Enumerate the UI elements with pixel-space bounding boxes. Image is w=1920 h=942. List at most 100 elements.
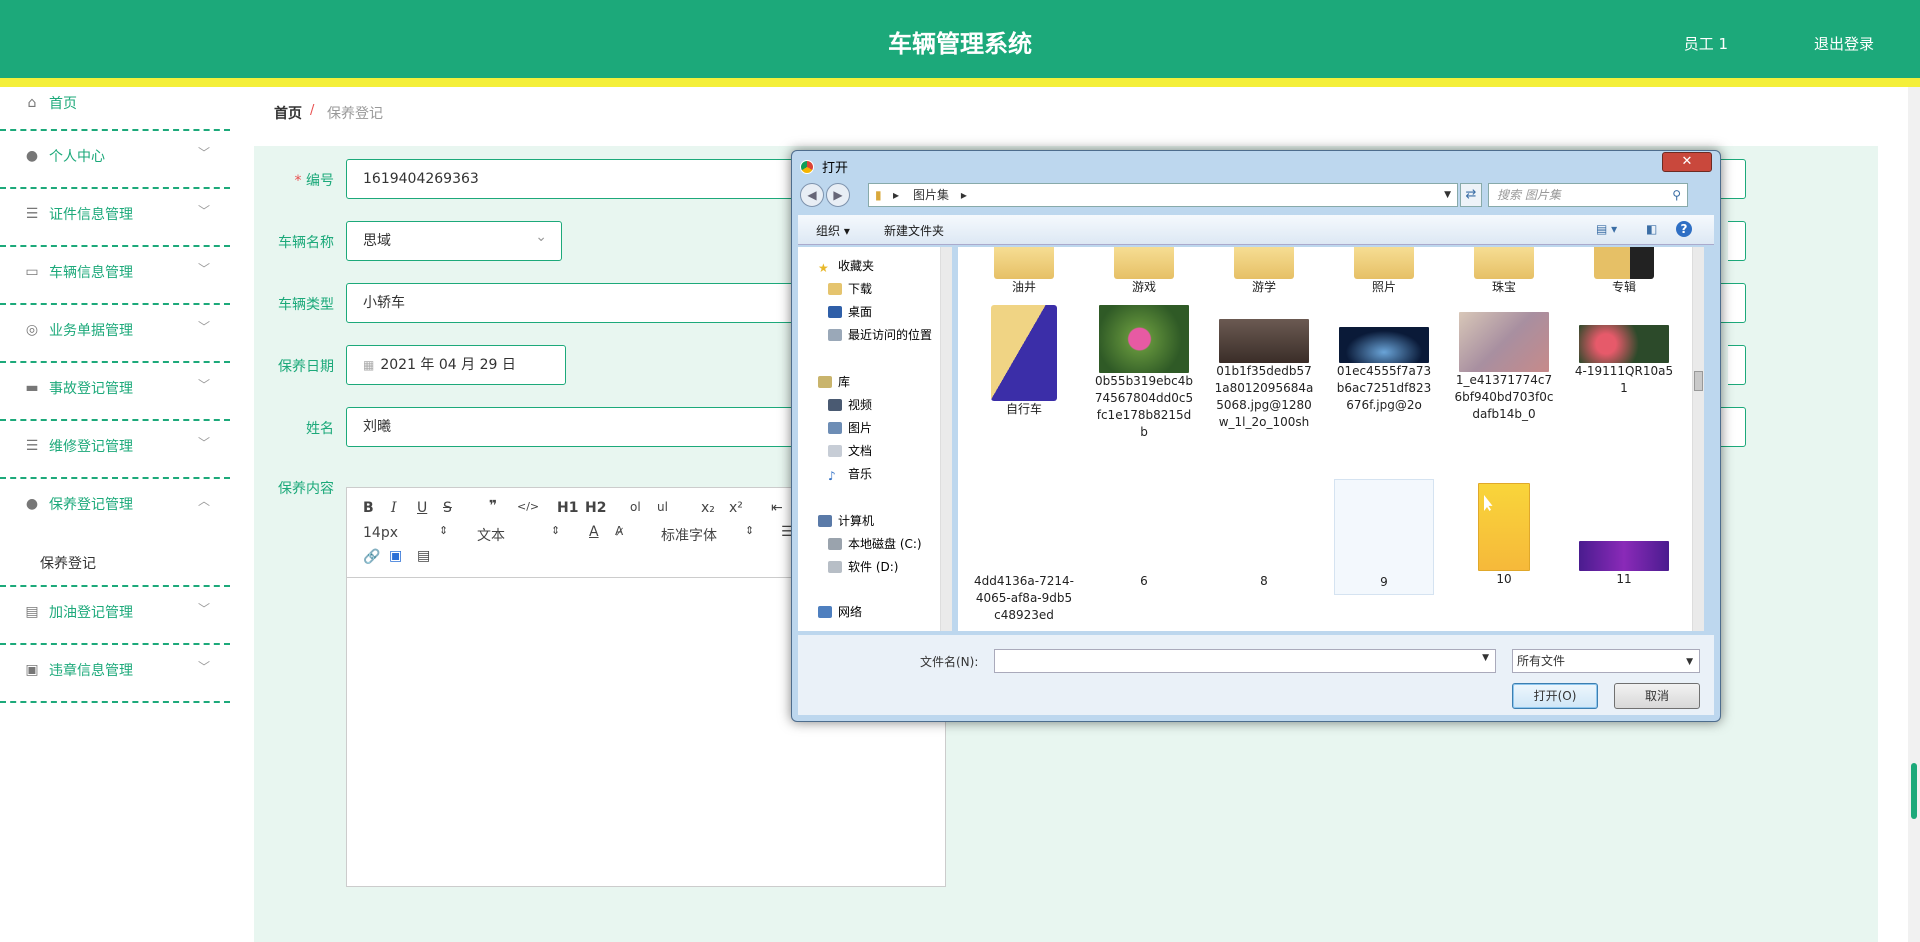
- breadcrumb-home[interactable]: 首页: [274, 103, 302, 123]
- chevron-updown-icon: ⇕: [745, 524, 755, 537]
- chart-icon: ▤: [25, 604, 39, 620]
- bullet-list-button[interactable]: ul: [657, 500, 668, 514]
- page-scrollbar[interactable]: [1908, 87, 1920, 942]
- address-bar[interactable]: ▮ ▸ 图片集 ▸ ▼: [868, 183, 1458, 207]
- file-list-scrollbar[interactable]: [1692, 247, 1704, 631]
- nav-label: 图片: [848, 421, 873, 435]
- sidebar-item-documents[interactable]: ◎ 业务单据管理 ﹀: [0, 305, 230, 363]
- chevron-down-icon[interactable]: ▼: [1482, 653, 1489, 663]
- file-item-hovered[interactable]: 9: [1334, 479, 1434, 595]
- nav-favorites[interactable]: ★ 收藏夹: [818, 257, 874, 275]
- nav-music[interactable]: ♪ 音乐: [828, 465, 872, 483]
- nav-library[interactable]: 库: [818, 373, 850, 390]
- font-size-select[interactable]: 14px: [363, 525, 398, 541]
- list-icon: ☰: [25, 438, 39, 454]
- search-input[interactable]: 搜索 图片集 ⚲: [1488, 183, 1688, 207]
- nav-recent[interactable]: 最近访问的位置: [828, 326, 932, 343]
- back-button[interactable]: ◀: [800, 183, 824, 207]
- folder-item[interactable]: 油井: [974, 247, 1074, 296]
- nav-downloads[interactable]: 下载: [828, 280, 872, 297]
- strikethrough-button[interactable]: S: [443, 500, 452, 516]
- folder-item[interactable]: 自行车: [974, 305, 1074, 418]
- text-style-select[interactable]: 文本: [477, 525, 505, 545]
- link-icon[interactable]: 🔗: [363, 549, 380, 565]
- sidebar-item-accidents[interactable]: ▬ 事故登记管理 ﹀: [0, 363, 230, 421]
- logout-link[interactable]: 退出登录: [1814, 33, 1874, 54]
- sidebar-item-certificates[interactable]: ☰ 证件信息管理 ﹀: [0, 189, 230, 247]
- view-options-icon[interactable]: ▤ ▾: [1596, 222, 1617, 236]
- required-mark: *: [294, 173, 302, 189]
- h2-button[interactable]: H2: [585, 500, 606, 516]
- code-button[interactable]: </>: [517, 500, 539, 513]
- sidebar-item-repairs[interactable]: ☰ 维修登记管理 ﹀: [0, 421, 230, 479]
- image-file-item[interactable]: 01ec4555f7a73b6ac7251df823676f.jpg@2o: [1334, 327, 1434, 414]
- h1-button[interactable]: H1: [557, 500, 578, 516]
- chevron-down-icon[interactable]: ▼: [1444, 184, 1451, 206]
- preview-pane-icon[interactable]: ◧: [1646, 222, 1657, 236]
- nav-desktop[interactable]: 桌面: [828, 303, 872, 320]
- scrollbar-thumb[interactable]: [1694, 371, 1703, 391]
- file-item[interactable]: 8: [1214, 573, 1314, 590]
- quote-button[interactable]: ❞: [489, 498, 497, 514]
- sidebar-item-violations[interactable]: ▣ 违章信息管理 ﹀: [0, 645, 230, 703]
- image-file-item[interactable]: 1_e41371774c76bf940bd703f0cdafb14b_0: [1454, 312, 1554, 423]
- help-icon[interactable]: ?: [1676, 221, 1692, 237]
- nav-documents[interactable]: 文档: [828, 442, 872, 459]
- new-folder-button[interactable]: 新建文件夹: [884, 222, 944, 239]
- app-title: 车辆管理系统: [888, 30, 1032, 58]
- nav-computer[interactable]: 计算机: [818, 512, 874, 529]
- nav-pane-scrollbar[interactable]: [940, 247, 952, 631]
- image-file-item[interactable]: 4-19111QR10a51: [1574, 325, 1674, 397]
- cancel-button[interactable]: 取消: [1614, 683, 1700, 709]
- font-family-select[interactable]: 标准字体: [661, 525, 717, 545]
- date-picker[interactable]: ▦ 2021 年 04 月 29 日: [346, 345, 566, 385]
- indent-icon[interactable]: ⇤: [771, 500, 783, 516]
- address-path[interactable]: 图片集: [913, 188, 949, 202]
- forward-button[interactable]: ▶: [826, 183, 850, 207]
- ordered-list-button[interactable]: ol: [630, 500, 641, 514]
- sidebar-item-vehicles[interactable]: ▭ 车辆信息管理 ﹀: [0, 247, 230, 305]
- car-name-select[interactable]: 思域: [346, 218, 562, 261]
- image-file-item[interactable]: 10: [1454, 483, 1554, 588]
- video-icon[interactable]: ▤: [417, 548, 430, 564]
- open-button[interactable]: 打开(O): [1512, 683, 1598, 709]
- close-button[interactable]: ✕: [1662, 152, 1712, 172]
- nav-network[interactable]: 网络: [818, 603, 862, 620]
- nav-disk-c[interactable]: 本地磁盘 (C:): [828, 535, 922, 552]
- file-type-select[interactable]: 所有文件 ▼: [1512, 649, 1700, 673]
- folder-item[interactable]: 照片: [1334, 247, 1434, 296]
- file-item[interactable]: 6: [1094, 573, 1194, 590]
- folder-item[interactable]: 专辑: [1574, 247, 1674, 296]
- underline-button[interactable]: U: [417, 500, 427, 516]
- bold-button[interactable]: B: [363, 500, 374, 516]
- folder-item[interactable]: 珠宝: [1454, 247, 1554, 296]
- sidebar: ⌂ 首页 ● 个人中心 ﹀ ☰ 证件信息管理 ﹀ ▭ 车辆信息管理 ﹀ ◎ 业务…: [0, 87, 230, 942]
- scrollbar-thumb[interactable]: [1911, 763, 1917, 819]
- nav-videos[interactable]: 视频: [828, 396, 872, 413]
- image-file-item[interactable]: 0b55b319ebc4b74567804dd0c5fc1e178b8215db: [1094, 305, 1194, 441]
- documents-library-icon: [828, 445, 842, 457]
- current-user[interactable]: 员工 1: [1684, 33, 1728, 54]
- sidebar-item-maintenance[interactable]: ● 保养登记管理 ︿: [0, 479, 230, 537]
- folder-item[interactable]: 游戏: [1094, 247, 1194, 296]
- image-file-item[interactable]: 11: [1574, 541, 1674, 588]
- file-name: 油井: [1011, 280, 1036, 294]
- sidebar-subitem-maintenance-register[interactable]: 保养登记: [0, 537, 230, 587]
- superscript-button[interactable]: x²: [729, 500, 743, 516]
- file-item[interactable]: 4dd4136a-7214-4065-af8a-9db5c48923ed: [974, 573, 1074, 624]
- filename-input[interactable]: ▼: [994, 649, 1496, 673]
- sidebar-item-personal-center[interactable]: ● 个人中心 ﹀: [0, 131, 230, 189]
- background-color-icon[interactable]: A̷: [615, 524, 623, 538]
- organize-button[interactable]: 组织 ▾: [816, 222, 850, 239]
- folder-item[interactable]: 游学: [1214, 247, 1314, 296]
- italic-button[interactable]: I: [391, 500, 397, 516]
- nav-pictures[interactable]: 图片: [828, 419, 872, 436]
- refresh-button[interactable]: ⇄: [1460, 183, 1482, 207]
- subscript-button[interactable]: x₂: [701, 500, 715, 516]
- sidebar-item-refuel[interactable]: ▤ 加油登记管理 ﹀: [0, 587, 230, 645]
- sidebar-item-home[interactable]: ⌂ 首页: [0, 87, 230, 131]
- image-file-item[interactable]: 01b1f35dedb571a8012095684a5068.jpg@1280w…: [1214, 319, 1314, 431]
- image-icon[interactable]: ▣: [389, 548, 402, 564]
- font-color-icon[interactable]: A: [589, 524, 599, 540]
- nav-disk-d[interactable]: 软件 (D:): [828, 558, 898, 575]
